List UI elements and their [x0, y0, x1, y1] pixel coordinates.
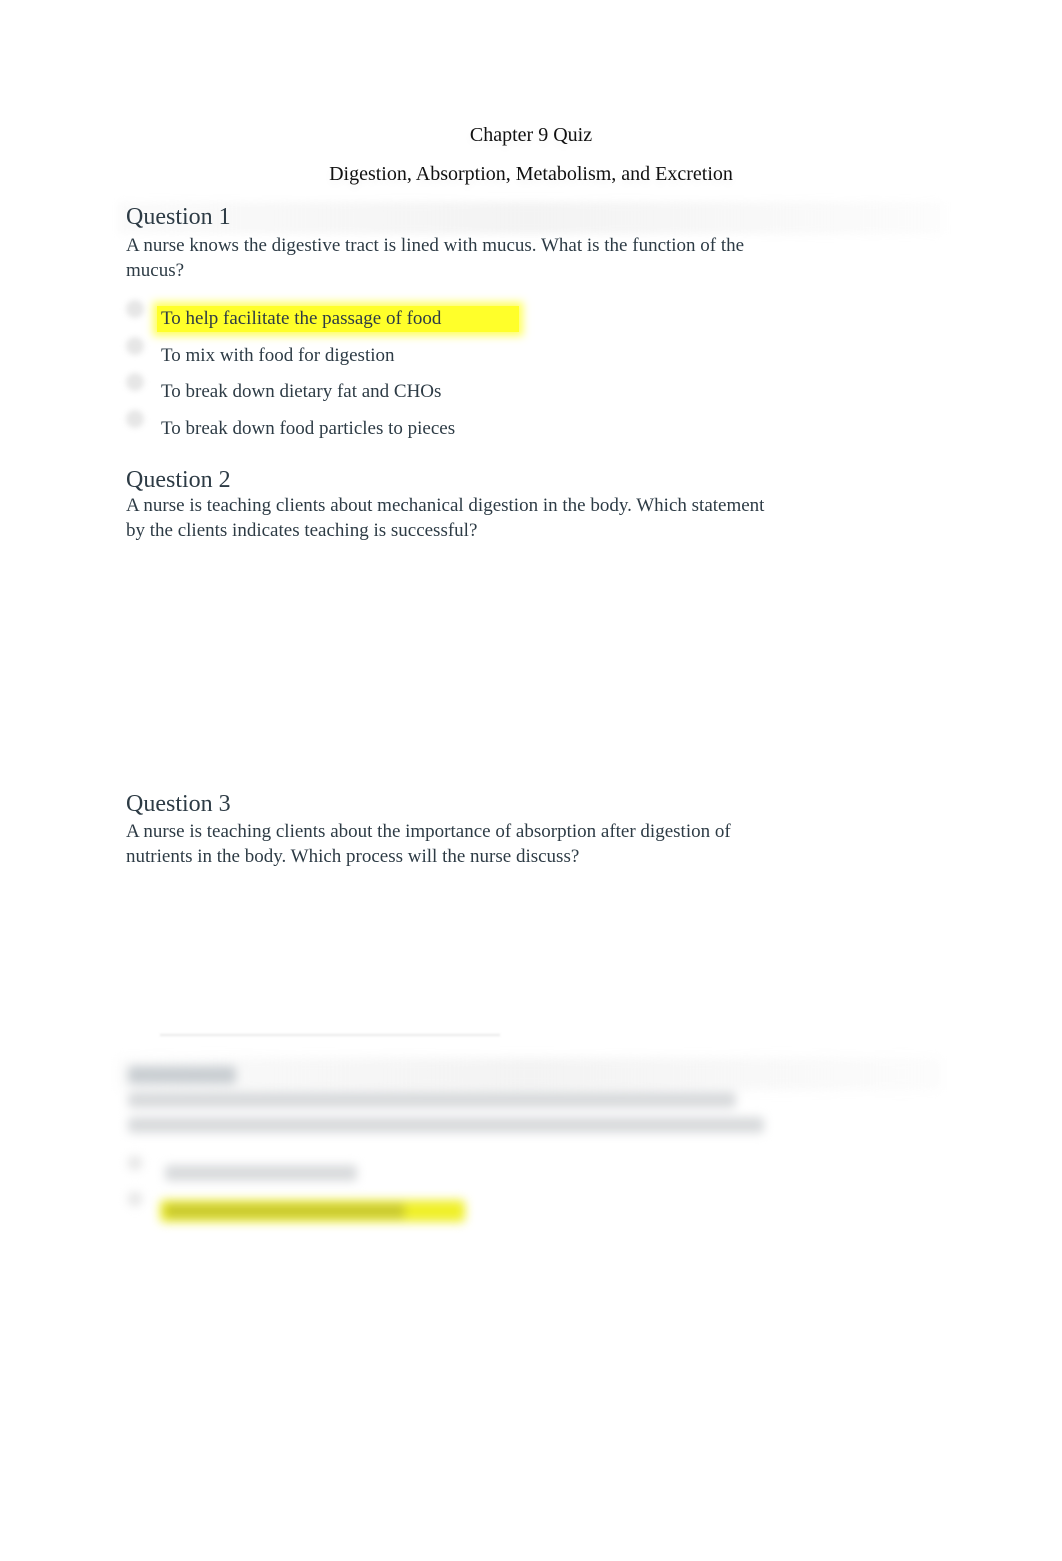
question-1-option[interactable]: To break down dietary fat and CHOs	[126, 373, 449, 407]
question-1-text: A nurse knows the digestive tract is lin…	[126, 235, 745, 281]
question-1-option[interactable]: To break down food particles to pieces	[126, 410, 463, 444]
blurred-heading	[128, 1066, 236, 1084]
divider	[160, 1034, 500, 1036]
option-label: To mix with food for digestion	[161, 345, 395, 366]
radio-button-icon[interactable]	[126, 337, 144, 355]
question-header-band	[118, 202, 942, 234]
blurred-text-line	[128, 1092, 736, 1108]
option-label: To break down dietary fat and CHOs	[161, 381, 442, 402]
document-title: Chapter 9 Quiz	[469, 124, 593, 146]
question-2-heading: Question 2	[126, 467, 231, 493]
question-2-text: A nurse is teaching clients about mechan…	[126, 495, 765, 541]
radio-button-icon[interactable]	[126, 300, 144, 318]
question-1-heading: Question 1	[126, 204, 231, 230]
document-subtitle: Digestion, Absorption, Metabolism, and E…	[329, 163, 733, 185]
option-label-highlighted: To help facilitate the passage of food	[157, 306, 520, 332]
question-1-option[interactable]: To mix with food for digestion	[126, 337, 403, 371]
blurred-option	[165, 1165, 357, 1181]
radio-button-icon	[128, 1156, 142, 1170]
question-header-band	[118, 1058, 942, 1090]
radio-button-icon	[128, 1192, 142, 1206]
question-1-option[interactable]: To help facilitate the passage of food	[126, 300, 523, 334]
radio-button-icon[interactable]	[126, 373, 144, 391]
radio-button-icon[interactable]	[126, 410, 144, 428]
option-label: To break down food particles to pieces	[161, 418, 456, 439]
blurred-text-line	[128, 1117, 764, 1133]
question-3-heading: Question 3	[126, 791, 231, 817]
question-3-text: A nurse is teaching clients about the im…	[126, 821, 731, 867]
blurred-option-text	[165, 1204, 405, 1218]
